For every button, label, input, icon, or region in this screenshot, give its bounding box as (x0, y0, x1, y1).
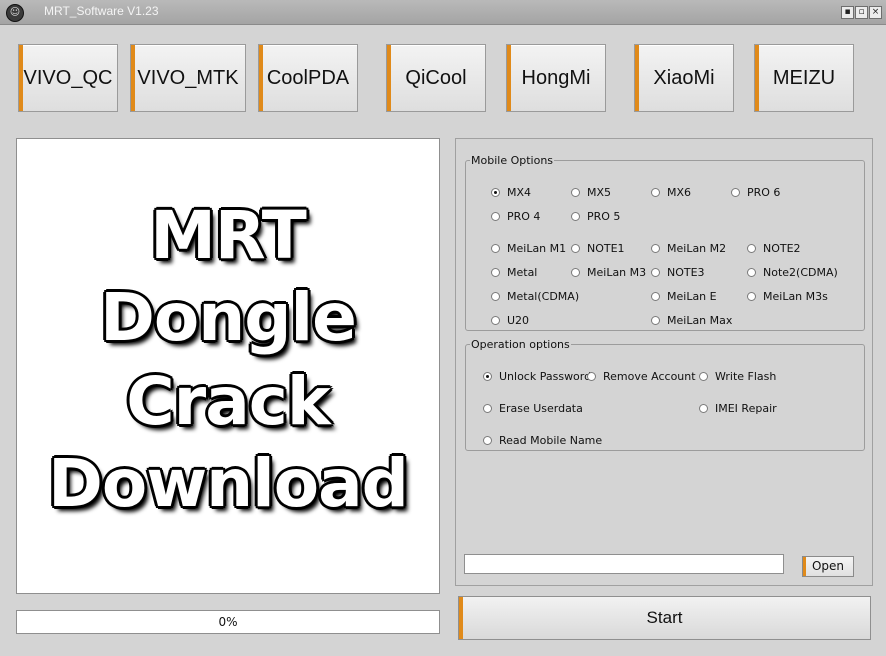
accent-bar (387, 45, 391, 111)
radio-button[interactable] (483, 436, 492, 445)
vendor-tab-label: VIVO_MTK (137, 67, 239, 89)
radio-label: NOTE1 (587, 242, 625, 255)
radio-button[interactable] (651, 316, 660, 325)
accent-bar (635, 45, 639, 111)
accent-bar (459, 597, 463, 639)
window-title: MRT_Software V1.23 (44, 4, 159, 18)
vendor-tab-vivo-mtk[interactable]: VIVO_MTK (130, 44, 246, 112)
radio-label: Metal(CDMA) (507, 290, 580, 303)
open-button-label: Open (811, 559, 845, 573)
radio-button[interactable] (491, 292, 500, 301)
vendor-tab-label: HongMi (521, 67, 591, 89)
vendor-tab-qicool[interactable]: QiCool (386, 44, 486, 112)
banner-line: Crack (126, 363, 331, 440)
radio-label: Metal (507, 266, 538, 279)
radio-label: MeiLan Max (667, 314, 733, 327)
banner-line: Dongle (100, 279, 357, 356)
radio-button[interactable] (571, 244, 580, 253)
radio-button[interactable] (571, 188, 580, 197)
radio-button[interactable] (491, 212, 500, 221)
accent-bar (259, 45, 263, 111)
radio-label: MeiLan M1 (507, 242, 567, 255)
vendor-tab-hongmi[interactable]: HongMi (506, 44, 606, 112)
banner-line: MRT (150, 197, 307, 274)
minimize-button[interactable]: ▪ (841, 6, 854, 19)
progress-bar: 0% (16, 610, 440, 634)
radio-button[interactable] (699, 404, 708, 413)
vendor-tab-label: QiCool (405, 67, 467, 89)
vendor-tab-label: XiaoMi (653, 67, 715, 89)
radio-label: Erase Userdata (499, 402, 583, 415)
radio-label: MeiLan E (667, 290, 717, 303)
maximize-button[interactable]: ▫ (855, 6, 868, 19)
radio-button[interactable] (699, 372, 708, 381)
mobile-options-legend: Mobile Options (471, 154, 554, 167)
radio-label: U20 (507, 314, 530, 327)
app-window: ☺ MRT_Software V1.23 ▪ ▫ × VIVO_QC VIVO_… (0, 0, 886, 656)
vendor-tab-xiaomi[interactable]: XiaoMi (634, 44, 734, 112)
vendor-tab-meizu[interactable]: MEIZU (754, 44, 854, 112)
radio-button[interactable] (651, 188, 660, 197)
radio-label: MX5 (587, 186, 612, 199)
radio-label: Remove Account (603, 370, 696, 383)
accent-bar (507, 45, 511, 111)
mobile-options-group: Mobile Options MX4 MX5 MX6 PRO 6 PRO 4 P… (465, 154, 865, 331)
radio-label: Note2(CDMA) (763, 266, 838, 279)
radio-label: MX4 (507, 186, 532, 199)
vendor-tab-label: VIVO_QC (23, 67, 113, 89)
radio-label: Unlock Password (499, 370, 592, 383)
operation-options-legend: Operation options (471, 338, 570, 351)
radio-button[interactable] (491, 244, 500, 253)
radio-button[interactable] (747, 292, 756, 301)
open-button[interactable]: Open (802, 556, 854, 577)
vendor-tab-coolpda[interactable]: CoolPDA (258, 44, 358, 112)
accent-bar (755, 45, 759, 111)
radio-label: PRO 5 (587, 210, 621, 223)
radio-button[interactable] (571, 268, 580, 277)
radio-label: PRO 4 (507, 210, 541, 223)
radio-label: NOTE3 (667, 266, 705, 279)
radio-button[interactable] (483, 372, 492, 381)
radio-button[interactable] (491, 268, 500, 277)
vendor-tab-label: MEIZU (772, 67, 836, 89)
accent-bar (803, 557, 806, 576)
radio-label: MX6 (667, 186, 692, 199)
close-button[interactable]: × (869, 6, 882, 19)
accent-bar (19, 45, 23, 111)
radio-button[interactable] (483, 404, 492, 413)
radio-label: PRO 6 (747, 186, 781, 199)
radio-button[interactable] (747, 268, 756, 277)
start-button[interactable]: Start (458, 596, 871, 640)
vendor-tab-label: CoolPDA (266, 67, 350, 89)
accent-bar (131, 45, 135, 111)
radio-button[interactable] (651, 268, 660, 277)
banner-image: MRT Dongle Crack Download (16, 138, 440, 594)
radio-button[interactable] (571, 212, 580, 221)
radio-label: MeiLan M3 (587, 266, 647, 279)
radio-button[interactable] (587, 372, 596, 381)
radio-label: Write Flash (715, 370, 777, 383)
radio-label: NOTE2 (763, 242, 801, 255)
vendor-tab-vivo-qc[interactable]: VIVO_QC (18, 44, 118, 112)
radio-label: IMEI Repair (715, 402, 777, 415)
radio-label: MeiLan M3s (763, 290, 828, 303)
radio-button[interactable] (651, 244, 660, 253)
progress-text: 0% (218, 615, 238, 629)
app-icon[interactable]: ☺ (6, 4, 24, 22)
options-panel: Mobile Options MX4 MX5 MX6 PRO 6 PRO 4 P… (455, 138, 873, 586)
radio-button[interactable] (747, 244, 756, 253)
radio-label: MeiLan M2 (667, 242, 727, 255)
operation-options-group: Operation options Unlock Password Remove… (465, 338, 865, 451)
title-bar[interactable]: ☺ MRT_Software V1.23 ▪ ▫ × (0, 0, 886, 25)
radio-label: Read Mobile Name (499, 434, 603, 447)
file-path-input[interactable] (464, 554, 784, 574)
banner-line: Download (48, 445, 409, 522)
radio-button[interactable] (731, 188, 740, 197)
radio-button[interactable] (491, 316, 500, 325)
radio-button[interactable] (651, 292, 660, 301)
radio-button[interactable] (491, 188, 500, 197)
start-button-label: Start (646, 608, 683, 627)
